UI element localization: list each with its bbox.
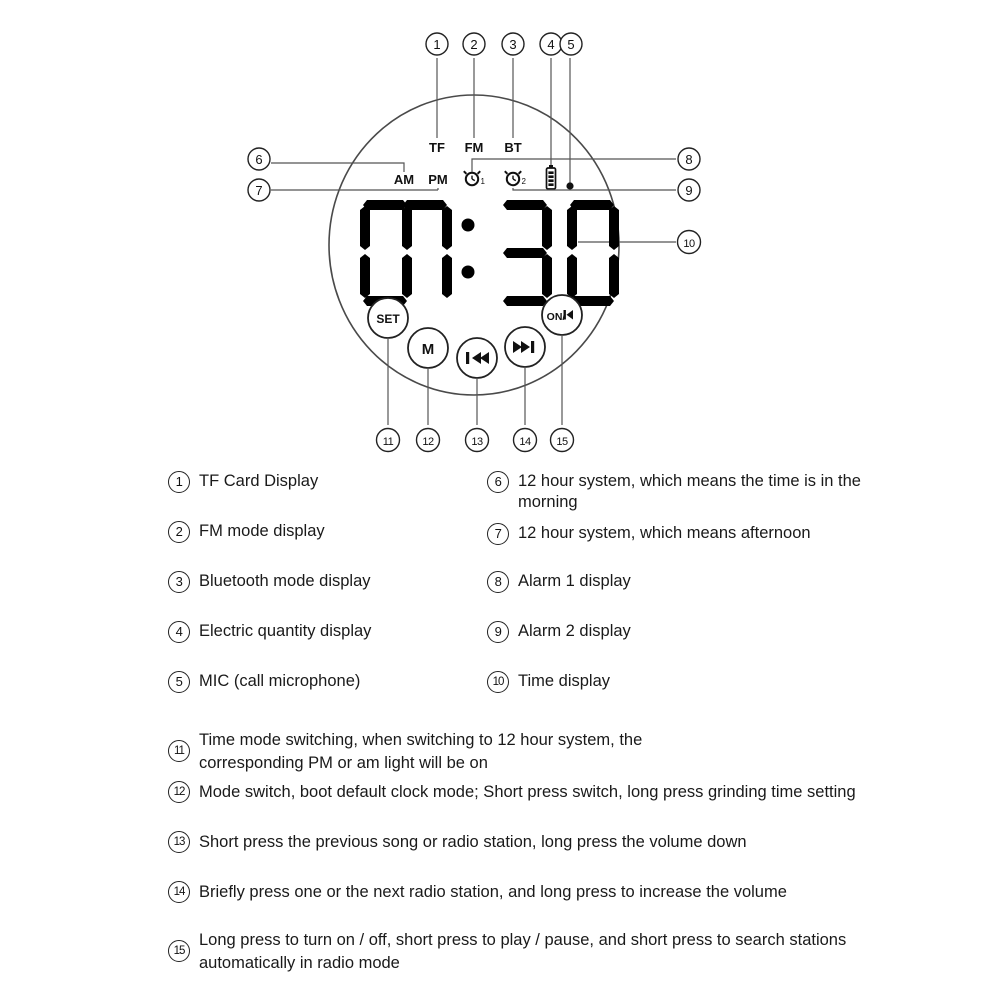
top-callouts: 1 2 3 4 5 (425, 32, 583, 56)
callout-5: 5 (567, 37, 574, 52)
callout-9: 9 (685, 183, 692, 198)
bottom-callouts: 11 12 13 14 15 (375, 427, 575, 453)
power-play-button-label: ON/ (547, 311, 566, 323)
legend-number: 1 (168, 471, 190, 493)
legend-item: 14 Briefly press one or the next radio s… (168, 880, 968, 928)
callout-1: 1 (433, 37, 440, 52)
legend-text: FM mode display (199, 522, 325, 540)
legend-number: 5 (168, 671, 190, 693)
svg-text:1: 1 (481, 177, 486, 186)
legend-number: 10 (487, 671, 509, 693)
legend-item: 6 12 hour system, which means the time i… (487, 470, 917, 522)
legend-item: 9 Alarm 2 display (487, 620, 917, 670)
legend: 1 TF Card Display 2 FM mode display 3 Bl… (0, 470, 1001, 720)
right-callouts: 8 9 10 (676, 147, 702, 255)
legend-text: Time display (518, 672, 610, 690)
legend-text: Mode switch, boot default clock mode; Sh… (199, 783, 856, 801)
callout-13: 13 (471, 436, 483, 448)
legend-number: 8 (487, 571, 509, 593)
legend-text: MIC (call microphone) (199, 672, 361, 690)
legend-text: Bluetooth mode display (199, 572, 371, 590)
mode-button[interactable]: M (407, 327, 449, 369)
callout-12: 12 (422, 436, 434, 448)
mode-button-label: M (422, 341, 435, 358)
legend-wide-rows: 11 Time mode switching, when switching t… (168, 728, 968, 978)
legend-text: Time mode switching, when switching to 1… (199, 731, 643, 772)
legend-number: 15 (168, 940, 190, 962)
legend-item: 7 12 hour system, which means afternoon (487, 522, 917, 570)
legend-item: 1 TF Card Display (168, 470, 498, 520)
callout-7: 7 (255, 183, 262, 198)
am-indicator: AM (394, 172, 414, 187)
legend-item: 4 Electric quantity display (168, 620, 498, 670)
legend-item: 12 Mode switch, boot default clock mode;… (168, 780, 968, 830)
callout-14: 14 (519, 436, 531, 448)
legend-item: 10 Time display (487, 670, 917, 720)
legend-right-column: 6 12 hour system, which means the time i… (487, 470, 917, 720)
legend-number: 12 (168, 781, 190, 803)
tf-indicator: TF (429, 140, 445, 155)
legend-number: 11 (168, 740, 190, 762)
legend-item: 8 Alarm 1 display (487, 570, 917, 620)
legend-text: Long press to turn on / off, short press… (199, 931, 847, 972)
callout-4: 4 (547, 37, 554, 52)
legend-left-column: 1 TF Card Display 2 FM mode display 3 Bl… (168, 470, 498, 720)
callout-10: 10 (683, 238, 695, 250)
callout-8: 8 (685, 152, 692, 167)
legend-item: 5 MIC (call microphone) (168, 670, 498, 720)
callout-15: 15 (556, 436, 568, 448)
left-callouts: 6 7 (247, 147, 271, 202)
set-button[interactable]: SET (367, 297, 409, 339)
set-button-label: SET (376, 312, 400, 326)
svg-text:2: 2 (522, 177, 527, 186)
pm-indicator: PM (428, 172, 448, 187)
legend-text: 12 hour system, which means the time is … (518, 472, 861, 511)
legend-number: 3 (168, 571, 190, 593)
legend-number: 13 (168, 831, 190, 853)
legend-text: Alarm 1 display (518, 572, 631, 590)
callout-11: 11 (383, 436, 394, 448)
legend-item: 15 Long press to turn on / off, short pr… (168, 928, 968, 978)
callout-2: 2 (470, 37, 477, 52)
bt-indicator: BT (504, 140, 521, 155)
legend-text: Briefly press one or the next radio stat… (199, 883, 787, 901)
next-button[interactable] (504, 326, 546, 368)
legend-number: 6 (487, 471, 509, 493)
legend-text: Alarm 2 display (518, 622, 631, 640)
legend-number: 14 (168, 881, 190, 903)
legend-number: 4 (168, 621, 190, 643)
callout-3: 3 (509, 37, 516, 52)
fm-indicator: FM (465, 140, 484, 155)
legend-item: 13 Short press the previous song or radi… (168, 830, 968, 880)
legend-number: 9 (487, 621, 509, 643)
diagram-canvas: 1 2 3 4 5 TF FM BT AM PM 1 2 6 7 8 9 10 … (0, 0, 1001, 1001)
legend-item: 11 Time mode switching, when switching t… (168, 728, 968, 780)
legend-text: Short press the previous song or radio s… (199, 833, 747, 851)
previous-button[interactable] (456, 337, 498, 379)
mic-dot-icon (566, 182, 574, 190)
legend-number: 2 (168, 521, 190, 543)
power-play-button[interactable]: ON/ (541, 294, 583, 336)
legend-item: 2 FM mode display (168, 520, 498, 570)
legend-text: 12 hour system, which means afternoon (518, 524, 811, 542)
legend-text: Electric quantity display (199, 622, 372, 640)
legend-number: 7 (487, 523, 509, 545)
legend-text: TF Card Display (199, 472, 319, 490)
legend-item: 3 Bluetooth mode display (168, 570, 498, 620)
callout-6: 6 (255, 152, 262, 167)
